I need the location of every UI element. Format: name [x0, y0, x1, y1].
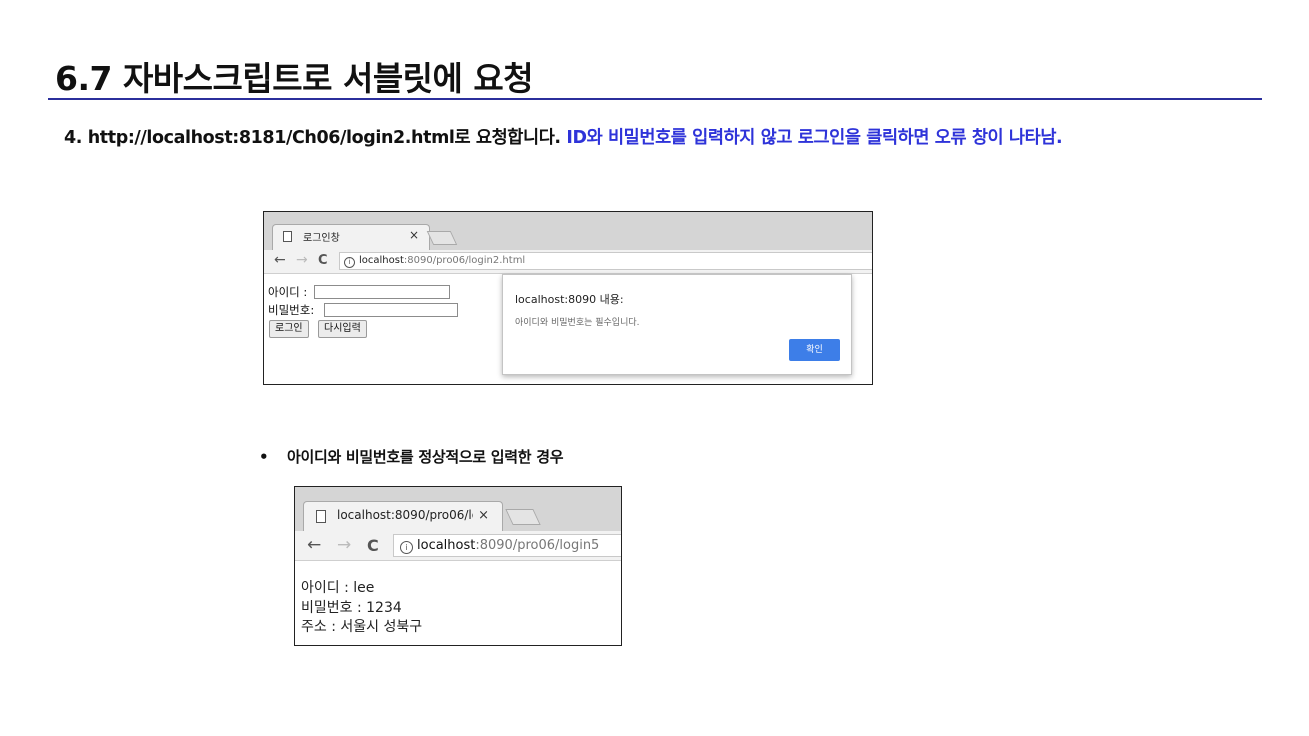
reload-icon[interactable]: C [367, 536, 379, 555]
alert-message: 아이디와 비밀번호는 필수입니다. [515, 318, 640, 328]
id-input[interactable] [314, 285, 450, 299]
browser-toolbar: ← → C i localhost:8090/pro06/login2.html [264, 250, 872, 274]
tab-strip: 로그인창 × [264, 212, 872, 250]
reload-icon[interactable]: C [318, 253, 328, 268]
reset-button[interactable]: 다시입력 [318, 320, 367, 338]
forward-arrow-icon[interactable]: → [296, 252, 308, 268]
close-icon[interactable]: × [409, 228, 419, 242]
new-tab-button[interactable] [505, 509, 541, 525]
browser-toolbar: ← → C i localhost:8090/pro06/login5 [295, 531, 621, 561]
bullet-marker: • [259, 448, 269, 466]
step-instruction: 4. http://localhost:8181/Ch06/login2.htm… [64, 124, 1063, 149]
page-icon [283, 231, 292, 242]
tab-title: 로그인창 [303, 233, 340, 244]
alert-title: localhost:8090 내용: [515, 293, 624, 306]
bullet-text: 아이디와 비밀번호를 정상적으로 입력한 경우 [287, 448, 564, 466]
step-highlight: ID와 비밀번호를 입력하지 않고 로그인을 클릭하면 오류 창이 나타남. [560, 128, 1063, 148]
info-icon[interactable]: i [400, 541, 413, 554]
url-host: localhost [359, 255, 404, 266]
result-id-line: 아이디 : lee [301, 580, 375, 596]
browser-screenshot-login-error: 로그인창 × ← → C i localhost:8090/pro06/login… [263, 211, 873, 385]
browser-screenshot-login-result: localhost:8090/pro06/log × ← → C i localh… [294, 486, 622, 646]
password-input[interactable] [324, 303, 458, 317]
result-password-line: 비밀번호 : 1234 [301, 599, 402, 616]
slide-title: 6.7 자바스크립트로 서블릿에 요청 [55, 59, 534, 98]
url-path: :8090/pro06/login2.html [403, 255, 526, 266]
back-arrow-icon[interactable]: ← [274, 252, 286, 268]
step-text: 4. http://localhost:8181/Ch06/login2.htm… [64, 128, 561, 148]
bullet-item: • 아이디와 비밀번호를 정상적으로 입력한 경우 [259, 446, 564, 467]
url-host: localhost [417, 538, 476, 553]
address-bar[interactable]: i localhost:8090/pro06/login2.html [339, 252, 872, 270]
url-path: :8090/pro06/login5 [475, 538, 600, 553]
password-label: 비밀번호: [268, 303, 315, 317]
page-icon [316, 510, 326, 523]
tab-title: localhost:8090/pro06/log [337, 508, 473, 522]
tab-strip: localhost:8090/pro06/log × [295, 487, 621, 531]
new-tab-button[interactable] [426, 231, 458, 245]
address-bar[interactable]: i localhost:8090/pro06/login5 [393, 534, 621, 557]
title-divider [48, 98, 1262, 100]
id-label: 아이디 : [268, 285, 308, 299]
info-icon[interactable]: i [344, 257, 355, 268]
result-text: 아이디 : lee 비밀번호 : 1234 주소 : 서울시 성북구 [301, 579, 422, 638]
alert-ok-button[interactable]: 확인 [789, 339, 840, 361]
back-arrow-icon[interactable]: ← [307, 535, 321, 555]
browser-tab[interactable]: 로그인창 × [272, 224, 430, 250]
browser-tab[interactable]: localhost:8090/pro06/log × [303, 501, 503, 531]
forward-arrow-icon[interactable]: → [337, 535, 351, 555]
login-button[interactable]: 로그인 [269, 320, 309, 338]
result-address-line: 주소 : 서울시 성북구 [301, 619, 423, 635]
alert-dialog: localhost:8090 내용: 아이디와 비밀번호는 필수입니다. 확인 [502, 274, 852, 375]
close-icon[interactable]: × [478, 508, 489, 523]
